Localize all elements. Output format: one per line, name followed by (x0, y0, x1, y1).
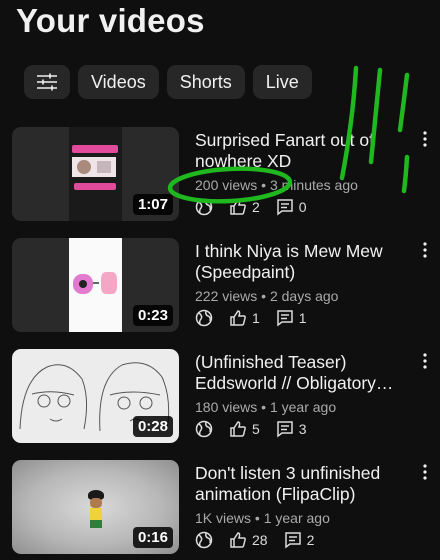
video-item[interactable]: 0:23 I think Niya is Mew Mew (Speedpaint… (12, 238, 440, 334)
video-title[interactable]: I think Niya is Mew Mew (Speedpaint) (195, 241, 421, 283)
comment-count: 0 (298, 199, 307, 215)
like-count: 5 (252, 421, 260, 437)
like-icon (230, 199, 246, 215)
video-thumbnail[interactable]: 0:16 (12, 460, 179, 554)
like-count: 28 (252, 532, 268, 548)
more-options-icon[interactable] (422, 463, 428, 481)
video-item[interactable]: 1:07 Surprised Fanart out of nowhere XD … (12, 127, 440, 223)
more-options-icon[interactable] (422, 241, 428, 259)
globe-icon (195, 531, 213, 549)
chip-live[interactable]: Live (252, 65, 312, 99)
video-stats: 1K views • 1 year ago (195, 510, 330, 526)
upload-age: 1 year ago (269, 399, 337, 415)
video-thumbnail[interactable]: 0:23 (12, 238, 179, 332)
like-icon (230, 421, 246, 437)
comment-count: 1 (298, 310, 307, 326)
like-count: 2 (252, 199, 260, 215)
globe-icon (195, 420, 213, 438)
globe-icon (195, 309, 213, 327)
video-actions: 2 0 (195, 198, 421, 216)
like-count: 1 (252, 310, 260, 326)
page-title: Your videos (16, 2, 205, 39)
thumbnail-art (86, 490, 106, 532)
video-title[interactable]: Don't listen 3 unfinished animation (Fli… (195, 463, 421, 505)
video-duration: 0:23 (132, 305, 173, 326)
video-duration: 0:16 (132, 527, 173, 548)
comment-icon (277, 310, 293, 327)
video-stats: 222 views • 2 days ago (195, 288, 339, 304)
video-actions: 28 2 (195, 531, 421, 549)
comment-icon (277, 421, 293, 438)
view-count: 200 views (195, 177, 258, 193)
video-actions: 1 1 (195, 309, 421, 327)
like-icon (230, 310, 246, 326)
view-count: 180 views (195, 399, 258, 415)
view-count: 1K views (195, 510, 252, 526)
view-count: 222 views (195, 288, 258, 304)
thumbnail-art (69, 238, 122, 332)
upload-age: 1 year ago (263, 510, 330, 526)
video-duration: 1:07 (132, 194, 173, 215)
thumbnail-art (69, 127, 122, 221)
upload-age: 3 minutes ago (269, 177, 358, 193)
video-item[interactable]: 0:16 Don't listen 3 unfinished animation… (12, 460, 440, 556)
chip-videos[interactable]: Videos (78, 65, 159, 99)
upload-age: 2 days ago (269, 288, 339, 304)
video-item[interactable]: 0:28 (Unfinished Teaser) Eddsworld // Ob… (12, 349, 440, 445)
video-title[interactable]: (Unfinished Teaser) Eddsworld // Obligat… (195, 352, 421, 394)
filter-sliders-icon (37, 73, 57, 91)
like-icon (230, 532, 246, 548)
more-options-icon[interactable] (422, 130, 428, 148)
filter-chips: Videos Shorts Live (24, 65, 312, 99)
video-duration: 0:28 (132, 416, 173, 437)
video-thumbnail[interactable]: 0:28 (12, 349, 179, 443)
video-stats: 180 views • 1 year ago (195, 399, 337, 415)
video-stats: 200 views • 3 minutes ago (195, 177, 358, 193)
filter-chip[interactable] (24, 65, 70, 99)
comment-icon (277, 199, 293, 216)
comment-count: 2 (306, 532, 315, 548)
video-actions: 5 3 (195, 420, 421, 438)
more-options-icon[interactable] (422, 352, 428, 370)
chip-shorts[interactable]: Shorts (166, 65, 245, 99)
comment-count: 3 (298, 421, 307, 437)
video-thumbnail[interactable]: 1:07 (12, 127, 179, 221)
video-title[interactable]: Surprised Fanart out of nowhere XD (195, 130, 421, 172)
globe-icon (195, 198, 213, 216)
comment-icon (284, 532, 301, 549)
